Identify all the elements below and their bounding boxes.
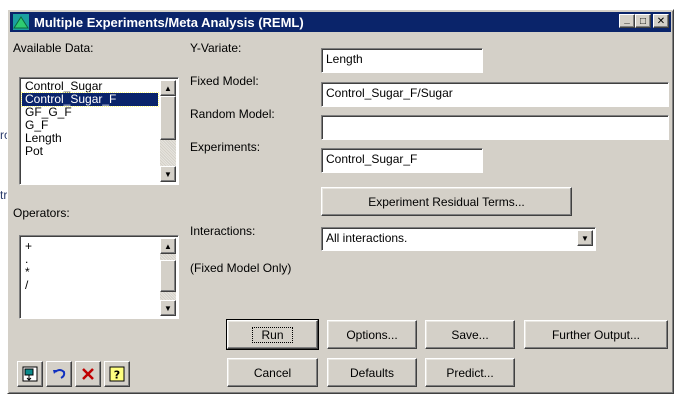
- copy-icon: [22, 366, 38, 382]
- copy-button[interactable]: [17, 361, 43, 387]
- operators-list[interactable]: +. * / ▲ ▼: [19, 235, 179, 319]
- operators-label: Operators:: [13, 206, 70, 220]
- scroll-down-icon: ▼: [164, 303, 172, 313]
- close-button[interactable]: ✕: [653, 14, 669, 28]
- run-button-label: Run: [252, 326, 293, 343]
- title-bar[interactable]: Multiple Experiments/Meta Analysis (REML…: [10, 12, 671, 32]
- available-data-item[interactable]: Pot: [22, 145, 158, 158]
- maximize-button[interactable]: □: [635, 14, 651, 28]
- fixed-model-only-note: (Fixed Model Only): [190, 261, 292, 275]
- window-title: Multiple Experiments/Meta Analysis (REML…: [34, 14, 304, 30]
- help-button[interactable]: ?: [104, 361, 130, 387]
- clear-icon: [82, 368, 94, 380]
- run-button[interactable]: Run: [226, 319, 319, 350]
- cancel-button[interactable]: Cancel: [227, 358, 318, 387]
- chevron-down-icon: ▼: [581, 233, 589, 243]
- maximize-icon: □: [639, 15, 647, 27]
- scroll-up-icon: ▲: [164, 241, 172, 251]
- undo-icon: [53, 369, 66, 379]
- experiment-residual-terms-button[interactable]: Experiment Residual Terms...: [321, 187, 572, 216]
- fixed-model-label: Fixed Model:: [190, 74, 259, 88]
- defaults-button[interactable]: Defaults: [327, 358, 417, 387]
- options-button[interactable]: Options...: [327, 320, 417, 349]
- available-data-scrollbar[interactable]: ▲ ▼: [160, 80, 176, 182]
- operator-item[interactable]: +: [22, 240, 158, 253]
- scroll-down-button[interactable]: ▼: [160, 166, 176, 182]
- experiments-input[interactable]: Control_Sugar_F: [321, 148, 483, 173]
- scroll-down-button[interactable]: ▼: [160, 300, 176, 316]
- save-button[interactable]: Save...: [425, 320, 515, 349]
- further-output-button[interactable]: Further Output...: [524, 320, 668, 349]
- close-icon: ✕: [656, 15, 666, 27]
- interactions-label: Interactions:: [190, 224, 256, 238]
- svg-text:?: ?: [114, 369, 120, 382]
- scroll-thumb[interactable]: [160, 260, 176, 292]
- minimize-icon: _: [624, 13, 630, 25]
- operator-item[interactable]: .: [22, 253, 158, 266]
- operators-scrollbar[interactable]: ▲ ▼: [160, 238, 176, 316]
- dropdown-button[interactable]: ▼: [577, 230, 593, 246]
- predict-button[interactable]: Predict...: [425, 358, 515, 387]
- y-variate-label: Y-Variate:: [190, 41, 242, 55]
- scroll-up-button[interactable]: ▲: [160, 238, 176, 254]
- y-variate-input[interactable]: Length: [321, 48, 483, 73]
- scroll-up-icon: ▲: [164, 83, 172, 93]
- fixed-model-input[interactable]: Control_Sugar_F/Sugar: [321, 82, 669, 107]
- scroll-up-button[interactable]: ▲: [160, 80, 176, 96]
- help-icon: ?: [109, 366, 125, 382]
- available-data-list[interactable]: Control_Sugar Control_Sugar_F GF_G_F G_F Len…: [19, 77, 179, 185]
- genstat-logo-icon: [13, 14, 29, 30]
- interactions-select[interactable]: All interactions. ▼: [321, 227, 596, 251]
- scroll-thumb[interactable]: [160, 96, 176, 140]
- operator-item[interactable]: *: [22, 266, 158, 279]
- dialog-window: Multiple Experiments/Meta Analysis (REML…: [7, 9, 674, 394]
- clear-button[interactable]: [75, 361, 101, 387]
- scroll-down-icon: ▼: [164, 169, 172, 179]
- experiments-label: Experiments:: [190, 140, 261, 154]
- random-model-label: Random Model:: [190, 107, 275, 121]
- available-data-label: Available Data:: [13, 41, 94, 55]
- minimize-button[interactable]: _: [619, 14, 635, 28]
- operator-item[interactable]: /: [22, 279, 158, 292]
- undo-button[interactable]: [46, 361, 72, 387]
- random-model-input[interactable]: [321, 115, 669, 140]
- interactions-value: All interactions.: [326, 231, 408, 245]
